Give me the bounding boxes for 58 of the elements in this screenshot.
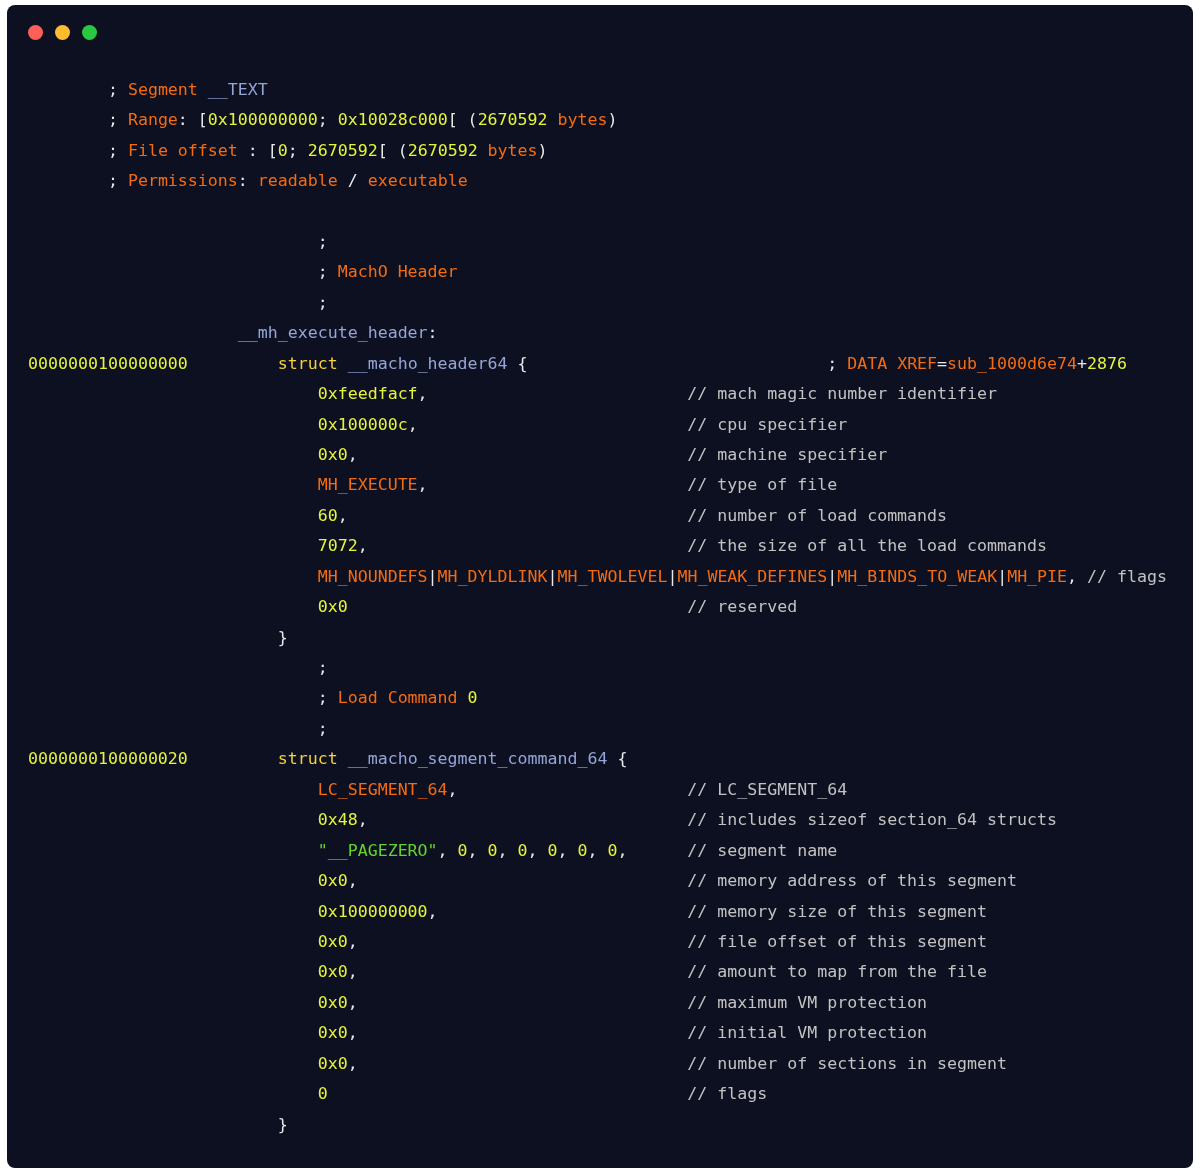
code-line: 0x0, [317,962,358,982]
code-line: 0 [317,1084,328,1104]
code-comment: // LC_SEGMENT_64 [687,779,848,799]
code-line: 0xfeedfacf, [317,384,428,404]
code-comment: // file offset of this segment [687,931,988,951]
code-comment: // mach magic number identifier [687,384,998,404]
close-button[interactable] [28,25,43,40]
code-comment: // memory size of this segment [687,901,988,921]
address-label: 0000000100000020 [28,749,188,769]
code-line: struct __macho_header64 { [277,353,528,373]
code-line: 0x0, [317,871,358,891]
code-line: ; Permissions: readable / executable [107,171,468,191]
address-label: 0000000100000000 [28,353,188,373]
code-line: "__PAGEZERO", 0, 0, 0, 0, 0, 0, [317,840,628,860]
code-comment: // number of sections in segment [687,1053,1008,1073]
code-line: 0x0, [317,1053,358,1073]
code-comment: // memory address of this segment [687,871,1017,891]
xref-comment: ; DATA XREF=sub_1000d6e74+2876 [827,353,1127,373]
code-comment: // amount to map from the file [687,962,988,982]
code-line: 7072, [317,536,368,556]
code-line: ; Load Command 0 [317,688,478,708]
code-line: ; Segment __TEXT [107,79,268,99]
code-comment: // includes sizeof section_64 structs [687,810,1057,830]
code-line: 0x0 [317,597,348,617]
code-line: 0x0, [317,1023,358,1043]
code-line: 60, [317,505,348,525]
code-comment: // reserved [687,597,798,617]
code-comment: // type of file [687,475,838,495]
code-line: ; [317,292,328,312]
code-comment: // machine specifier [687,444,888,464]
code-comment: // initial VM protection [687,1023,928,1043]
code-line: ; File offset : [0; 2670592[ (2670592 bytes) [107,140,548,160]
code-line: ; [317,658,328,678]
code-line: 0x100000000, [317,901,438,921]
code-line: 0x48, [317,810,368,830]
code-comment: // number of load commands [687,505,948,525]
code-line: MH_NOUNDEFS|MH_DYLDLINK|MH_TWOLEVEL|MH_WEAK_DEFINES|MH_BINDS_TO_WEAK|MH_PIE, // flags [317,566,1167,586]
code-line: 0x0, [317,444,358,464]
code-line: struct __macho_segment_command_64 { [277,749,628,769]
code-line: 0x0, [317,992,358,1012]
code-comment: // flags [687,1084,768,1104]
code-line: ; MachO Header [317,262,458,282]
code-comment: // the size of all the load commands [687,536,1047,556]
zoom-button[interactable] [82,25,97,40]
code-line: } [277,1114,288,1134]
minimize-button[interactable] [55,25,70,40]
code-line: ; Range: [0x100000000; 0x10028c000[ (2670592 bytes) [107,110,618,130]
code-line: } [277,627,288,647]
code-line: MH_EXECUTE, [317,475,428,495]
code-line: 0x0, [317,931,358,951]
code-line: 0x100000c, [317,414,418,434]
code-line: LC_SEGMENT_64, [317,779,458,799]
code-line: ; [317,718,328,738]
code-line: ; [317,231,328,251]
code-comment: // maximum VM protection [687,992,928,1012]
code-comment: // cpu specifier [687,414,848,434]
code-line: __mh_execute_header: [237,323,438,343]
code-comment: // segment name [687,840,838,860]
